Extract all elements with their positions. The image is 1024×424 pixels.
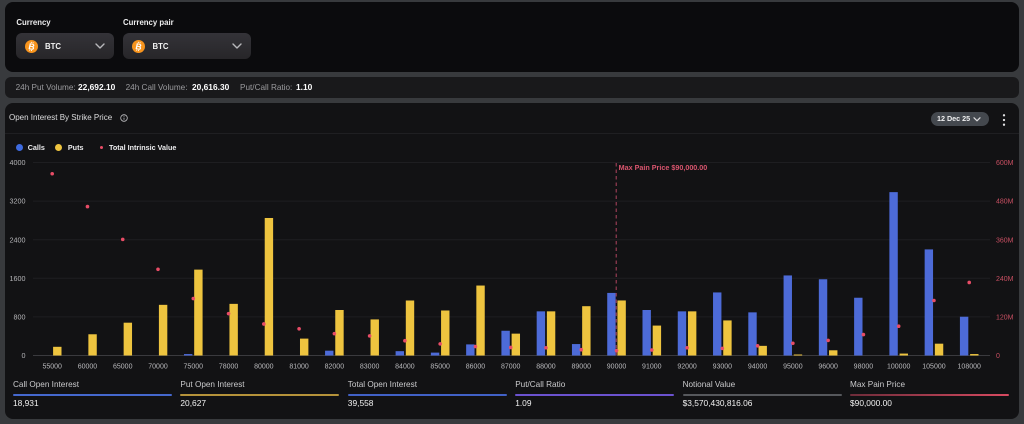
svg-text:120M: 120M [996, 315, 1014, 322]
svg-text:90000: 90000 [607, 363, 627, 370]
svg-text:4000: 4000 [10, 158, 26, 167]
svg-text:55000: 55000 [42, 363, 62, 370]
svg-text:65000: 65000 [113, 363, 133, 370]
svg-text:94000: 94000 [748, 363, 768, 370]
svg-text:75000: 75000 [184, 363, 204, 370]
svg-text:70000: 70000 [148, 363, 168, 370]
svg-text:100000: 100000 [887, 363, 910, 370]
svg-text:108000: 108000 [958, 363, 981, 370]
svg-text:96000: 96000 [818, 363, 838, 370]
svg-text:Max Pain Price $90,000.00: Max Pain Price $90,000.00 [619, 163, 708, 172]
svg-text:98000: 98000 [854, 363, 874, 370]
svg-text:240M: 240M [996, 276, 1014, 283]
svg-text:600M: 600M [996, 160, 1014, 167]
svg-text:80000: 80000 [254, 363, 274, 370]
svg-text:93000: 93000 [713, 363, 733, 370]
svg-text:0: 0 [996, 353, 1000, 360]
svg-text:60000: 60000 [78, 363, 98, 370]
svg-text:0: 0 [22, 351, 26, 360]
svg-text:86000: 86000 [466, 363, 486, 370]
svg-text:81000: 81000 [289, 363, 309, 370]
svg-text:84000: 84000 [395, 363, 415, 370]
svg-text:105000: 105000 [922, 363, 945, 370]
svg-text:92000: 92000 [677, 363, 697, 370]
svg-text:87000: 87000 [501, 363, 521, 370]
svg-text:95000: 95000 [783, 363, 803, 370]
svg-text:360M: 360M [996, 237, 1014, 244]
svg-text:2400: 2400 [10, 235, 26, 244]
svg-text:1600: 1600 [10, 274, 26, 283]
svg-text:83000: 83000 [360, 363, 380, 370]
svg-text:88000: 88000 [536, 363, 556, 370]
svg-text:85000: 85000 [430, 363, 450, 370]
svg-text:800: 800 [14, 313, 26, 322]
svg-text:78000: 78000 [219, 363, 239, 370]
svg-text:82000: 82000 [325, 363, 345, 370]
svg-text:91000: 91000 [642, 363, 662, 370]
svg-text:480M: 480M [996, 199, 1014, 206]
svg-text:3200: 3200 [10, 197, 26, 206]
svg-text:89000: 89000 [572, 363, 592, 370]
